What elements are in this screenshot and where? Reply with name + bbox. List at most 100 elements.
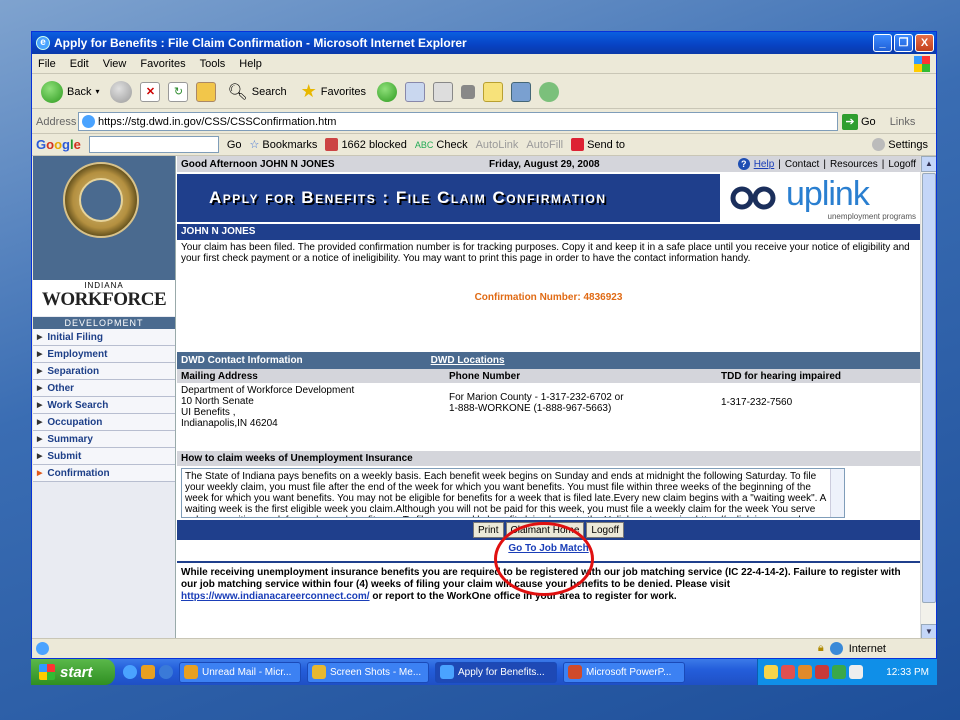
menu-favorites[interactable]: Favorites <box>140 58 185 70</box>
tray-network-icon[interactable] <box>798 665 812 679</box>
logo-development: DEVELOPMENT <box>33 317 175 329</box>
scroll-thumb[interactable] <box>922 173 936 603</box>
settings-button[interactable]: Settings <box>872 138 928 151</box>
address-line: Indianapolis,IN 46204 <box>181 418 278 429</box>
current-date: Friday, August 29, 2008 <box>489 158 600 170</box>
nav-item-initial-filing[interactable]: ▶ Initial Filing <box>33 329 175 346</box>
autolink-button[interactable]: AutoLink <box>476 139 519 151</box>
scroll-up-icon[interactable]: ▲ <box>921 156 936 172</box>
nav-item-separation[interactable]: ▶ Separation <box>33 363 175 380</box>
bookmark-star-icon: ☆ <box>249 139 260 151</box>
confirmation-number: 4836923 <box>583 292 623 303</box>
google-logo: Google <box>36 137 81 152</box>
task-label: Unread Mail - Micr... <box>202 666 292 678</box>
status-bar: 🔒︎ Internet <box>32 638 936 658</box>
mailing-address-heading: Mailing Address <box>181 370 258 382</box>
window-titlebar[interactable]: e Apply for Benefits : File Claim Confir… <box>32 32 936 54</box>
nav-arrow-icon: ▶ <box>37 385 43 392</box>
taskbar-task[interactable]: Microsoft PowerP... <box>563 661 685 683</box>
nav-item-confirmation[interactable]: ▶ Confirmation <box>33 465 175 482</box>
search-label: Search <box>251 85 287 98</box>
popup-blocked-button[interactable]: 1662 blocked <box>325 138 407 151</box>
taskbar-task[interactable]: Unread Mail - Micr... <box>179 661 301 683</box>
ie-quicklaunch-icon[interactable] <box>123 665 137 679</box>
mail-icon[interactable] <box>405 81 426 102</box>
task-label: Microsoft PowerP... <box>586 666 672 678</box>
tray-mail-icon[interactable] <box>764 665 778 679</box>
refresh-icon[interactable]: ↻ <box>168 81 189 102</box>
nav-arrow-icon: ▶ <box>37 351 43 358</box>
howto-text: The State of Indiana pays benefits on a … <box>185 471 826 517</box>
tray-volume-icon[interactable] <box>849 665 863 679</box>
search-button[interactable]: 🔍︎ Search <box>224 80 289 104</box>
address-input[interactable]: https://stg.dwd.in.gov/CSS/CSSConfirmati… <box>78 112 838 131</box>
help-link[interactable]: Help <box>754 159 775 170</box>
nav-item-work-search[interactable]: ▶ Work Search <box>33 397 175 414</box>
nav-item-label: Employment <box>47 348 108 360</box>
windows-flag-icon <box>39 664 55 680</box>
nav-item-occupation[interactable]: ▶ Occupation <box>33 414 175 431</box>
favorites-button[interactable]: ★ Favorites <box>298 79 369 104</box>
spellcheck-button[interactable]: ABC Check <box>415 139 468 151</box>
nav-item-other[interactable]: ▶ Other <box>33 380 175 397</box>
indiana-state-seal <box>63 162 139 238</box>
stop-icon[interactable]: ✕ <box>140 81 161 102</box>
globe-icon <box>829 642 843 655</box>
home-icon[interactable] <box>196 81 217 102</box>
taskbar-task[interactable]: Apply for Benefits... <box>435 661 557 683</box>
tray-security-icon[interactable] <box>781 665 795 679</box>
back-button[interactable]: Back ▾ <box>38 79 102 105</box>
autofill-button[interactable]: AutoFill <box>526 139 563 151</box>
page-title: Apply for Benefits : File Claim Confirma… <box>209 188 607 207</box>
career-connect-link[interactable]: https://www.indianacareerconnect.com/ <box>181 591 370 602</box>
edit-icon[interactable] <box>461 84 476 99</box>
taskbar-task[interactable]: Screen Shots - Me... <box>307 661 429 683</box>
bookmarks-label: Bookmarks <box>262 138 318 151</box>
logoff-button[interactable]: Logoff <box>586 522 625 538</box>
howto-scrollbar[interactable] <box>830 469 844 517</box>
nav-item-summary[interactable]: ▶ Summary <box>33 431 175 448</box>
links-label[interactable]: Links <box>890 116 916 128</box>
menu-edit[interactable]: Edit <box>70 58 89 70</box>
notes-icon[interactable] <box>483 81 504 102</box>
nav-item-submit[interactable]: ▶ Submit <box>33 448 175 465</box>
research-icon[interactable] <box>511 81 532 102</box>
star-icon: ★ <box>300 81 317 101</box>
close-button[interactable]: X <box>915 34 934 52</box>
google-search-input[interactable] <box>88 136 219 153</box>
firefox-quicklaunch-icon[interactable] <box>159 665 173 679</box>
forward-button[interactable] <box>110 80 133 103</box>
dwd-locations-link[interactable]: DWD Locations <box>431 355 505 366</box>
task-app-icon <box>440 665 454 679</box>
messenger-icon[interactable] <box>539 81 560 102</box>
nav-arrow-icon: ▶ <box>37 436 43 443</box>
google-go-button[interactable]: Go <box>227 139 242 151</box>
print-button[interactable]: Print <box>472 522 504 538</box>
outlook-quicklaunch-icon[interactable] <box>141 665 155 679</box>
start-button[interactable]: start <box>31 659 115 685</box>
go-button[interactable]: ➔ Go <box>842 113 876 130</box>
howto-textarea[interactable]: The State of Indiana pays benefits on a … <box>181 468 845 518</box>
bookmarks-button[interactable]: ☆ Bookmarks <box>249 138 318 152</box>
top-links: ? Help | Contact | Resources | Logoff <box>737 158 916 170</box>
highlight-annotation-circle <box>494 522 594 596</box>
tray-app-icon[interactable] <box>815 665 829 679</box>
send-to-button[interactable]: Send to <box>571 138 625 151</box>
print-icon[interactable] <box>433 81 454 102</box>
menu-tools[interactable]: Tools <box>200 58 226 70</box>
menu-view[interactable]: View <box>103 58 127 70</box>
menu-help[interactable]: Help <box>239 58 262 70</box>
contact-link[interactable]: Contact <box>785 159 819 170</box>
page-scrollbar[interactable]: ▲ ▼ <box>920 156 936 640</box>
minimize-button[interactable]: _ <box>873 34 892 52</box>
left-navigation: INDIANA WORKFORCE DEVELOPMENT ▶ Initial F… <box>33 156 176 640</box>
history-icon[interactable] <box>377 81 398 102</box>
resources-link[interactable]: Resources <box>830 159 878 170</box>
settings-label: Settings <box>888 138 928 151</box>
tray-sync-icon[interactable] <box>832 665 846 679</box>
menu-file[interactable]: File <box>38 58 56 70</box>
nav-item-employment[interactable]: ▶ Employment <box>33 346 175 363</box>
maximize-button[interactable]: ❐ <box>894 34 913 52</box>
help-icon[interactable]: ? <box>737 158 750 170</box>
logoff-link[interactable]: Logoff <box>888 159 916 170</box>
